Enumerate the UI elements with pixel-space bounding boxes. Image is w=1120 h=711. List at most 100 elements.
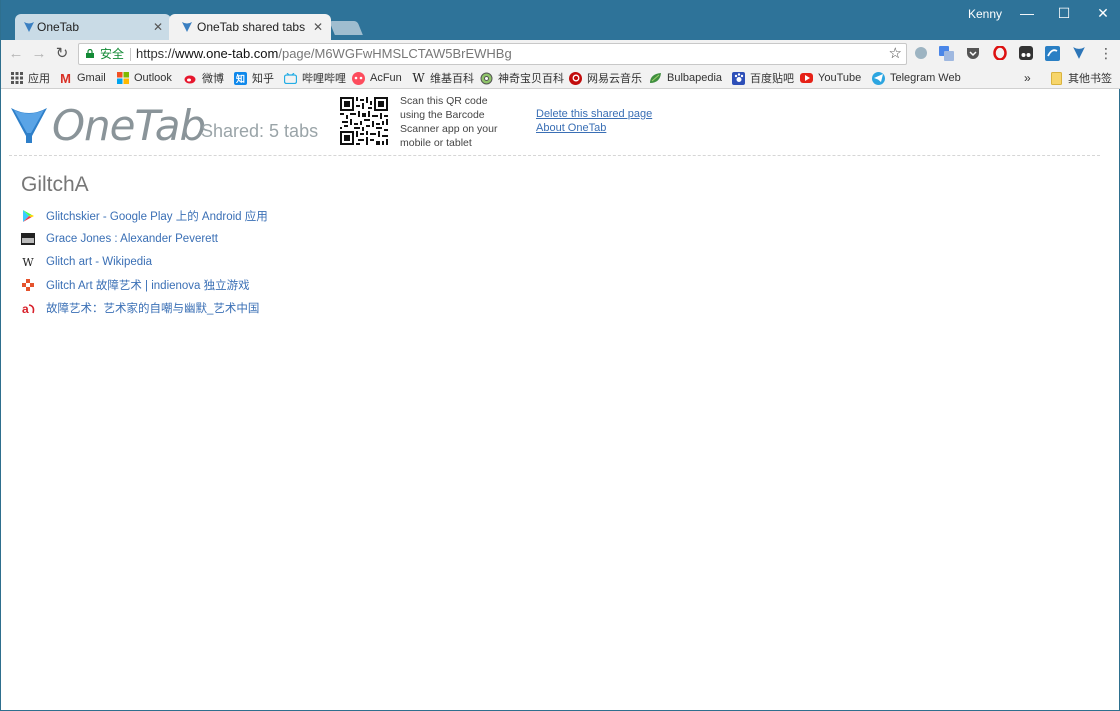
tab-link-title: Glitchskier - Google Play 上的 Android 应用 <box>46 211 268 223</box>
list-item[interactable]: Glitch Art 故障艺术 | indienova 独立游戏 <box>21 277 250 293</box>
address-bar[interactable]: 安全 https://www.one-tab.com/page/M6WGFwHM… <box>78 43 907 65</box>
bookmark-weibo[interactable]: 微博 <box>184 70 224 86</box>
delete-shared-page-link[interactable]: Delete this shared page <box>536 108 652 120</box>
tab-link-title: 故障艺术：艺术家的自嘲与幽默_艺术中国 <box>46 303 260 315</box>
bookmark-label: 神奇宝贝百科 <box>498 73 564 85</box>
bookmark-zhihu[interactable]: 知 知乎 <box>234 70 274 86</box>
bookmark-apps[interactable]: 应用 <box>10 70 50 86</box>
bookmarks-overflow-button[interactable]: » <box>1024 70 1031 86</box>
security-label: 安全 <box>100 47 125 61</box>
onetab-extension-icon[interactable] <box>1071 45 1087 61</box>
new-tab-button[interactable] <box>329 21 363 35</box>
opera-icon[interactable] <box>992 45 1008 61</box>
list-item[interactable]: W Glitch art - Wikipedia <box>21 254 152 270</box>
maximize-button[interactable]: ☐ <box>1044 0 1084 26</box>
wikipedia-icon: W <box>22 255 34 269</box>
bulbapedia-icon <box>649 72 662 85</box>
tab-link-title: Glitch art - Wikipedia <box>46 256 153 268</box>
extension-circle-icon[interactable] <box>913 45 929 61</box>
bilibili-icon <box>284 72 297 85</box>
bookmark-netease-music[interactable]: 网易云音乐 <box>569 70 642 86</box>
browser-window: OneTab ✕ OneTab shared tabs ✕ Kenny — ☐ … <box>0 0 1120 711</box>
bookmark-telegram[interactable]: Telegram Web <box>872 70 961 86</box>
tab-onetab[interactable]: OneTab ✕ <box>15 14 171 40</box>
list-item[interactable]: Grace Jones : Alexander Peverett <box>21 231 218 247</box>
onetab-favicon-icon <box>179 14 195 40</box>
url-scheme: https:// <box>136 46 176 61</box>
weibo-icon <box>184 72 197 85</box>
forward-button[interactable]: → <box>30 44 48 62</box>
bookmark-baidu-tieba[interactable]: 百度贴吧 <box>732 70 794 86</box>
tab-onetab-shared[interactable]: OneTab shared tabs ✕ <box>169 14 331 40</box>
bookmark-label: 微博 <box>202 73 224 85</box>
bookmark-youtube[interactable]: YouTube <box>800 70 861 86</box>
bookmark-label: 其他书签 <box>1068 73 1112 85</box>
bookmark-label: Outlook <box>134 72 172 84</box>
minimize-button[interactable]: — <box>1007 0 1047 26</box>
google-play-icon <box>21 209 35 223</box>
pokemon-wiki-icon <box>480 72 493 85</box>
toolbar: ← → ↻ 安全 https://www.one-tab.com/page/M6… <box>1 40 1120 67</box>
close-tab-icon[interactable]: ✕ <box>313 14 323 40</box>
about-onetab-link[interactable]: About OneTab <box>536 122 606 134</box>
bookmark-outlook[interactable]: Outlook <box>116 70 172 86</box>
screenshot-icon[interactable] <box>1044 45 1060 61</box>
arrow-left-icon: ← <box>8 44 24 62</box>
bookmark-bilibili[interactable]: 哔哩哔哩 <box>284 70 346 86</box>
title-bar: OneTab ✕ OneTab shared tabs ✕ Kenny — ☐ … <box>1 0 1120 40</box>
group-title: GiltchA <box>21 173 89 196</box>
tab-title: OneTab shared tabs <box>197 20 306 34</box>
bookmark-label: 知乎 <box>252 73 274 85</box>
indienova-icon <box>21 278 35 292</box>
list-item[interactable]: a 故障艺术：艺术家的自嘲与幽默_艺术中国 <box>21 300 260 316</box>
bookmark-acfun[interactable]: AcFun <box>352 70 402 86</box>
bookmark-label: YouTube <box>818 72 862 84</box>
reload-button[interactable]: ↻ <box>53 44 71 62</box>
acfun-icon <box>352 71 365 85</box>
close-window-button[interactable]: ✕ <box>1083 0 1120 26</box>
page-thumbnail-icon <box>21 232 35 246</box>
translate-icon[interactable] <box>938 45 954 61</box>
onetab-logo-text: OneTab <box>52 101 206 150</box>
bookmark-label: 哔哩哔哩 <box>302 73 346 85</box>
tab-title: OneTab <box>37 20 80 34</box>
bookmark-gmail[interactable]: M Gmail <box>59 70 106 86</box>
tab-link-title: Grace Jones : Alexander Peverett <box>46 233 218 245</box>
qr-code <box>340 97 388 145</box>
url-host: www.one-tab.com <box>175 46 279 61</box>
onetab-logo-icon <box>11 108 47 143</box>
list-item[interactable]: Glitchskier - Google Play 上的 Android 应用 <box>21 208 268 224</box>
chrome-menu-icon[interactable]: ⋮ <box>1098 45 1114 61</box>
bookmark-label: 百度贴吧 <box>750 73 794 85</box>
art-china-icon: a <box>21 301 35 315</box>
bookmark-bulbapedia[interactable]: Bulbapedia <box>649 70 722 86</box>
onetab-favicon-icon <box>21 14 37 40</box>
bookmark-wikipedia[interactable]: W 维基百科 <box>412 70 474 86</box>
bookmark-pokemon-wiki[interactable]: 神奇宝贝百科 <box>480 70 564 86</box>
svg-text:a: a <box>22 302 29 315</box>
arrow-right-icon: → <box>31 44 47 62</box>
bookmark-label: AcFun <box>370 72 402 84</box>
apps-grid-icon <box>10 72 23 85</box>
bookmark-star-icon[interactable]: ☆ <box>889 44 902 64</box>
close-tab-icon[interactable]: ✕ <box>153 14 163 40</box>
tampermonkey-icon[interactable] <box>1018 45 1034 61</box>
baidu-tieba-icon <box>732 71 745 85</box>
gmail-icon: M <box>60 70 71 86</box>
url-text[interactable]: https://www.one-tab.com/page/M6WGFwHMSLC… <box>136 44 512 64</box>
omnibox-separator <box>130 48 131 61</box>
bookmark-label: Telegram Web <box>890 72 961 84</box>
header-divider <box>9 155 1100 156</box>
pocket-icon[interactable] <box>965 45 981 61</box>
bookmark-label: 应用 <box>28 73 50 85</box>
zhihu-icon: 知 <box>234 71 247 85</box>
bookmark-label: 维基百科 <box>430 73 474 85</box>
shared-count: Shared: 5 tabs <box>201 121 319 141</box>
back-button[interactable]: ← <box>7 44 25 62</box>
other-bookmarks-folder[interactable]: 其他书签 <box>1050 70 1112 86</box>
bookmark-label: Gmail <box>77 72 106 84</box>
folder-icon <box>1050 71 1063 85</box>
bookmarks-bar: 应用 M Gmail Outlook 微博 知 知乎 哔哩哔哩 AcFun W … <box>1 67 1120 89</box>
bookmark-label: 网易云音乐 <box>587 73 642 85</box>
profile-name[interactable]: Kenny <box>968 7 1002 21</box>
